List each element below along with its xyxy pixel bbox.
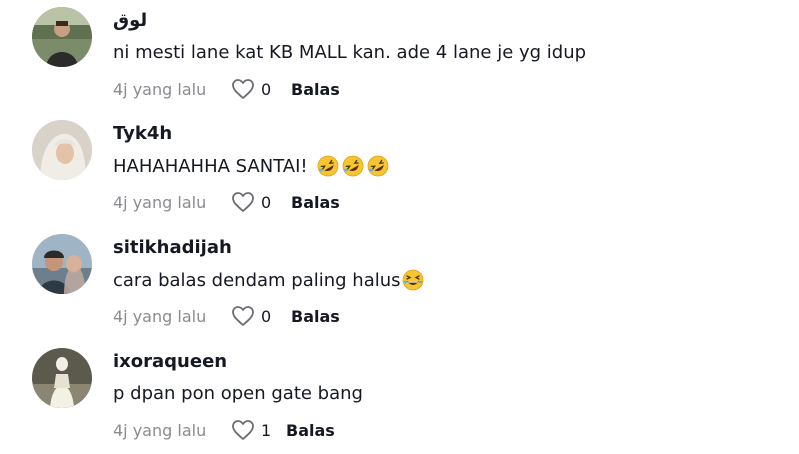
like-button[interactable]: 1	[231, 419, 286, 441]
avatar[interactable]	[32, 234, 92, 294]
comment-meta: 4j yang lalu 0 Balas	[113, 305, 340, 327]
comment-text: ni mesti lane kat KB MALL kan. ade 4 lan…	[113, 42, 586, 63]
comment-item: لوق ni mesti lane kat KB MALL kan. ade 4…	[0, 0, 799, 113]
rolling-on-floor-laughing-icon	[342, 155, 364, 177]
comment-text-content: p dpan pon open gate bang	[113, 383, 363, 404]
comment-text-content: HAHAHAHHA SANTAI!	[113, 155, 308, 177]
comment-time: 4j yang lalu	[113, 420, 207, 440]
comment-username[interactable]: لوق	[113, 10, 147, 31]
reply-button[interactable]: Balas	[286, 421, 335, 440]
comment-text: p dpan pon open gate bang	[113, 383, 363, 404]
heart-outline-icon	[232, 306, 254, 326]
comment-item: ixoraqueen p dpan pon open gate bang 4j …	[0, 341, 799, 454]
comment-username[interactable]: ixoraqueen	[113, 351, 227, 372]
comment-meta: 4j yang lalu 0 Balas	[113, 191, 340, 213]
like-count: 1	[261, 420, 272, 440]
reply-button[interactable]: Balas	[291, 80, 340, 99]
like-count: 0	[261, 192, 272, 212]
like-button[interactable]: 0	[231, 305, 291, 327]
reply-button[interactable]: Balas	[291, 193, 340, 212]
rolling-on-floor-laughing-icon	[367, 155, 389, 177]
comment-meta: 4j yang lalu 1 Balas	[113, 419, 335, 441]
heart-outline-icon	[232, 192, 254, 212]
grinning-squinting-face-icon	[402, 269, 424, 291]
avatar[interactable]	[32, 348, 92, 408]
comment-item: Tyk4h HAHAHAHHA SANTAI! 4j yang lalu 0 B…	[0, 113, 799, 226]
avatar[interactable]	[32, 7, 92, 67]
comment-time: 4j yang lalu	[113, 79, 207, 99]
reply-button[interactable]: Balas	[291, 307, 340, 326]
rolling-on-floor-laughing-icon	[317, 155, 339, 177]
comment-time: 4j yang lalu	[113, 306, 207, 326]
comment-meta: 4j yang lalu 0 Balas	[113, 78, 340, 100]
comment-username[interactable]: Tyk4h	[113, 123, 172, 144]
avatar[interactable]	[32, 120, 92, 180]
like-button[interactable]: 0	[231, 191, 291, 213]
comment-text: cara balas dendam paling halus	[113, 269, 424, 291]
comment-text: HAHAHAHHA SANTAI!	[113, 155, 389, 177]
comment-username[interactable]: sitikhadijah	[113, 237, 232, 258]
comment-item: sitikhadijah cara balas dendam paling ha…	[0, 227, 799, 340]
like-button[interactable]: 0	[231, 78, 291, 100]
heart-outline-icon	[232, 79, 254, 99]
like-count: 0	[261, 79, 272, 99]
comment-text-content: ni mesti lane kat KB MALL kan. ade 4 lan…	[113, 42, 587, 63]
heart-outline-icon	[232, 420, 254, 440]
like-count: 0	[261, 306, 272, 326]
comment-time: 4j yang lalu	[113, 192, 207, 212]
comment-text-content: cara balas dendam paling halus	[113, 269, 401, 291]
